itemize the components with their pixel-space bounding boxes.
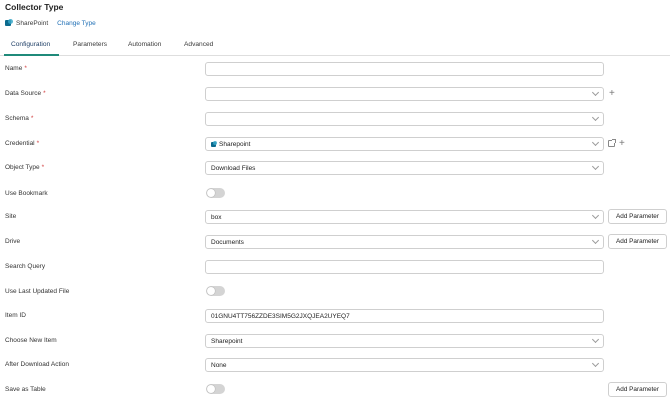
search-query-input[interactable] (205, 260, 604, 274)
choose-new-item-label: Choose New Item (5, 337, 57, 344)
use-last-updated-label: Use Last Updated File (5, 288, 70, 295)
name-row: Name * (0, 62, 670, 76)
data-source-row: Data Source * + (0, 87, 670, 101)
active-tab-indicator (4, 54, 59, 56)
item-id-row: Item ID 01GNU4TT756ZZDE3SIM5G2JXQJEA2UYE… (0, 309, 670, 323)
item-id-input[interactable]: 01GNU4TT756ZZDE3SIM5G2JXQJEA2UYEQ7 (205, 309, 604, 323)
save-as-table-toggle[interactable] (206, 384, 225, 394)
choose-new-item-row: Choose New Item Sharepoint (0, 334, 670, 348)
search-query-row: Search Query (0, 260, 670, 274)
credential-select[interactable]: Sharepoint (205, 137, 604, 151)
tab-advanced[interactable]: Advanced (184, 41, 213, 48)
drive-add-parameter-button[interactable]: Add Parameter (608, 234, 667, 249)
use-last-updated-row: Use Last Updated File (0, 285, 670, 299)
sharepoint-logo-icon (211, 140, 217, 147)
open-external-icon[interactable] (608, 139, 616, 147)
site-select[interactable]: box (205, 210, 604, 224)
credential-row: Credential * Sharepoint + (0, 137, 670, 151)
collector-type-line: SharePoint Change Type (5, 18, 96, 28)
chevron-down-icon (591, 359, 600, 368)
chevron-down-icon (591, 162, 600, 171)
chevron-down-icon (591, 335, 600, 344)
chevron-down-icon (591, 236, 600, 245)
data-source-label: Data Source * (5, 90, 46, 97)
data-source-select[interactable] (205, 87, 604, 101)
object-type-row: Object Type * Download Files (0, 161, 670, 175)
after-download-row: After Download Action None (0, 358, 670, 372)
choose-new-item-select[interactable]: Sharepoint (205, 334, 604, 348)
chevron-down-icon (591, 138, 600, 147)
toggle-knob (207, 287, 215, 295)
schema-row: Schema * (0, 112, 670, 126)
site-row: Site box Add Parameter (0, 209, 670, 224)
sharepoint-logo-icon (5, 19, 13, 26)
chevron-down-icon (591, 88, 600, 97)
item-id-label: Item ID (5, 312, 26, 319)
object-type-select[interactable]: Download Files (205, 161, 604, 175)
save-as-table-label: Save as Table (5, 386, 46, 393)
change-type-link[interactable]: Change Type (57, 20, 96, 27)
use-last-updated-toggle[interactable] (206, 286, 225, 296)
save-as-table-add-parameter-button[interactable]: Add Parameter (608, 382, 667, 397)
search-query-label: Search Query (5, 263, 46, 270)
chevron-down-icon (591, 113, 600, 122)
save-as-table-row: Save as Table Add Parameter (0, 382, 670, 397)
after-download-select[interactable]: None (205, 358, 604, 372)
credential-label: Credential * (5, 140, 40, 147)
use-bookmark-label: Use Bookmark (5, 190, 48, 197)
after-download-label: After Download Action (5, 361, 69, 368)
site-add-parameter-button[interactable]: Add Parameter (608, 209, 667, 224)
schema-select[interactable] (205, 112, 604, 126)
toggle-knob (207, 189, 215, 197)
toggle-knob (207, 385, 215, 393)
drive-label: Drive (5, 238, 21, 245)
drive-select[interactable]: Documents (205, 235, 604, 249)
use-bookmark-toggle[interactable] (206, 188, 225, 198)
page-title: Collector Type (5, 2, 64, 12)
collector-name: SharePoint (16, 19, 49, 27)
name-input[interactable] (205, 62, 604, 76)
site-label: Site (5, 213, 17, 220)
use-bookmark-row: Use Bookmark (0, 187, 670, 201)
object-type-label: Object Type * (5, 164, 45, 171)
tab-configuration[interactable]: Configuration (11, 41, 50, 48)
schema-label: Schema * (5, 115, 34, 122)
add-credential-icon[interactable]: + (619, 137, 625, 151)
name-label: Name * (5, 65, 27, 72)
chevron-down-icon (591, 211, 600, 220)
drive-row: Drive Documents Add Parameter (0, 234, 670, 249)
add-data-source-icon[interactable]: + (609, 87, 615, 101)
tab-bar: Configuration Parameters Automation Adva… (0, 37, 670, 56)
tab-parameters[interactable]: Parameters (73, 41, 107, 48)
tab-automation[interactable]: Automation (128, 41, 161, 48)
